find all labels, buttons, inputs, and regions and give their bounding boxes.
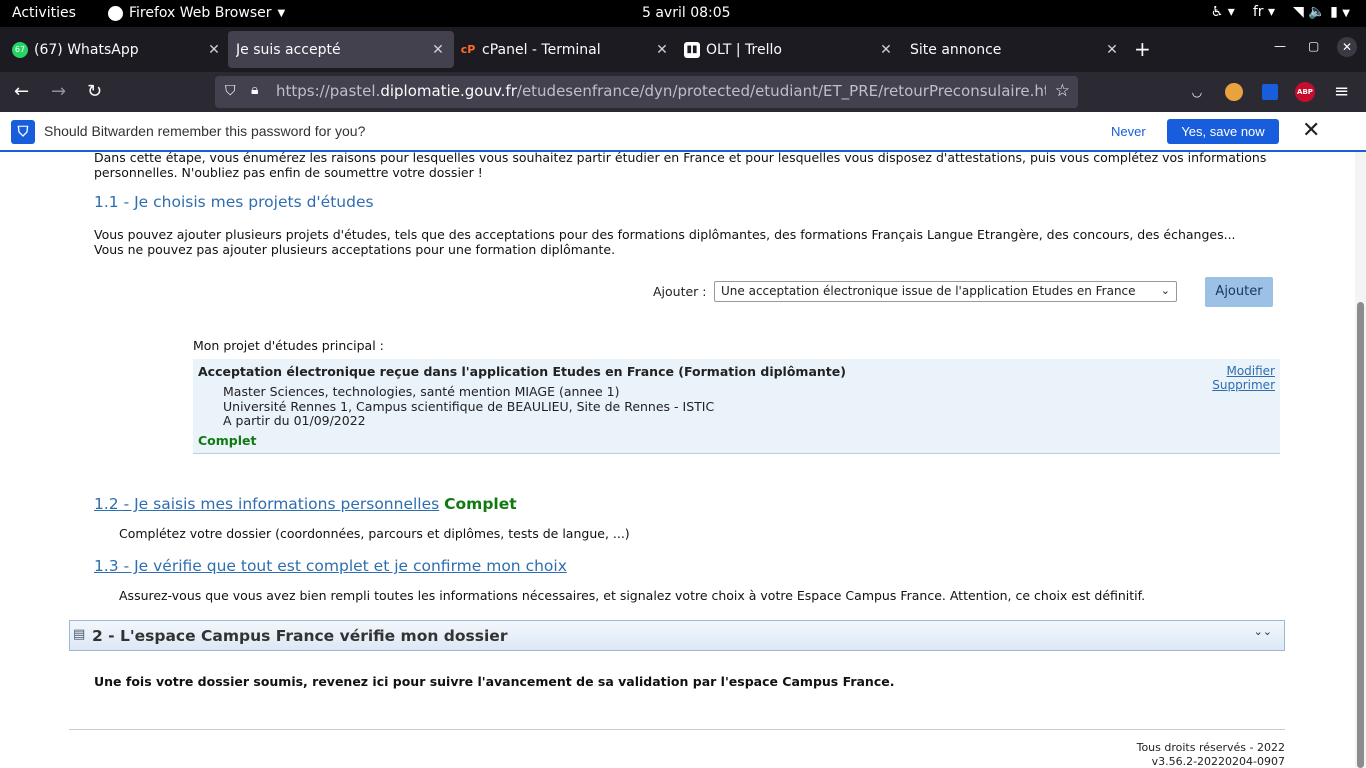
delete-link[interactable]: Supprimer	[1212, 378, 1275, 392]
bitwarden-notification-bar: ⛉ Should Bitwarden remember this passwor…	[0, 112, 1366, 152]
footer-divider	[69, 729, 1285, 730]
save-password-button[interactable]: Yes, save now	[1167, 119, 1279, 144]
chevron-down-icon: ▼	[277, 7, 286, 19]
lock-icon[interactable]: 🔒︎	[251, 82, 258, 98]
never-button[interactable]: Never	[1111, 124, 1146, 139]
trello-icon: ▮▮	[684, 41, 700, 58]
main-project-card: Acceptation électronique reçue dans l'ap…	[193, 359, 1280, 454]
whatsapp-icon: 67	[12, 41, 28, 58]
app-menu[interactable]: Firefox Web Browser ▼	[108, 5, 285, 21]
tab-title: Site annonce	[910, 41, 1002, 58]
chevron-down-icon: ▼	[1342, 8, 1350, 19]
tab-whatsapp[interactable]: 67 (67) WhatsApp ✕	[4, 31, 230, 68]
close-icon[interactable]: ✕	[430, 42, 446, 58]
intro-line-1: Dans cette étape, vous énumérez les rais…	[94, 152, 1267, 165]
shield-icon[interactable]: ⛉	[225, 83, 236, 99]
url-prefix: https://pastel.	[276, 82, 381, 100]
section-1-2-text: Complétez votre dossier (coordonnées, pa…	[119, 526, 630, 541]
bitwarden-logo-icon: ⛉	[11, 120, 35, 144]
project-university: Université Rennes 1, Campus scientifique…	[223, 399, 715, 414]
section-2-header[interactable]: ▤ 2 - L'espace Campus France vérifie mon…	[69, 620, 1285, 651]
close-icon[interactable]: ✕	[654, 42, 670, 58]
forward-button[interactable]: →	[51, 81, 66, 102]
cpanel-icon: cP	[460, 43, 476, 56]
close-icon[interactable]: ✕	[878, 42, 894, 58]
modify-link[interactable]: Modifier	[1226, 364, 1275, 378]
maximize-button[interactable]: ▢	[1308, 39, 1319, 53]
accessibility-icon[interactable]: ♿ ▾	[1211, 4, 1235, 20]
firefox-icon	[108, 5, 123, 21]
system-status-icons[interactable]: ◥ 🔈 ▮ ▼	[1293, 4, 1350, 20]
section-1-2-heading: 1.2 - Je saisis mes informations personn…	[94, 495, 517, 513]
section-1-1-text-1: Vous pouvez ajouter plusieurs projets d'…	[94, 227, 1236, 242]
wifi-icon: ◥	[1293, 4, 1304, 20]
add-project-button[interactable]: Ajouter	[1205, 277, 1273, 307]
language-label: fr	[1252, 4, 1264, 20]
new-tab-button[interactable]: +	[1134, 37, 1151, 61]
tab-cpanel[interactable]: cP cPanel - Terminal ✕	[452, 31, 678, 68]
abp-label: ABP	[1295, 82, 1315, 102]
project-status-badge: Complet	[198, 433, 257, 448]
tab-title: Je suis accepté	[236, 41, 341, 58]
battery-icon: ▮	[1330, 4, 1338, 20]
tab-title: cPanel - Terminal	[482, 41, 601, 58]
app-name: Firefox Web Browser	[129, 5, 272, 21]
section-2-title: 2 - L'espace Campus France vérifie mon d…	[92, 627, 508, 645]
page-content: Dans cette étape, vous énumérez les rais…	[0, 152, 1355, 768]
minimize-button[interactable]: —	[1274, 39, 1286, 53]
project-type-select[interactable]: Une acceptation électronique issue de l'…	[714, 281, 1177, 302]
url-bar[interactable]: ⛉ 🔒︎ https://pastel.diplomatie.gouv.fr/e…	[215, 76, 1078, 108]
scrollbar-thumb[interactable]	[1357, 302, 1364, 768]
footer-version: v3.56.2-20220204-0907	[1151, 755, 1285, 768]
chevron-down-icon: ⌄	[1160, 284, 1170, 297]
tab-title: OLT | Trello	[706, 41, 782, 58]
window-close-button[interactable]: ✕	[1337, 37, 1357, 57]
url-path: /etudesenfrance/dyn/protected/etudiant/E…	[516, 82, 1046, 100]
bitwarden-message: Should Bitwarden remember this password …	[44, 123, 366, 139]
section-1-1-text-2: Vous ne pouvez pas ajouter plusieurs acc…	[94, 242, 616, 257]
menu-icon[interactable]: ≡	[1334, 81, 1349, 102]
tab-site-annonce[interactable]: Site annonce ✕	[902, 31, 1128, 68]
intro-line-2: personnelles. N'oubliez pas enfin de sou…	[94, 165, 483, 180]
back-button[interactable]: ←	[14, 81, 29, 102]
url-text[interactable]: https://pastel.diplomatie.gouv.fr/etudes…	[276, 82, 1046, 100]
tab-je-suis-accepte[interactable]: Je suis accepté ✕	[228, 31, 454, 68]
system-top-bar: Activities Firefox Web Browser ▼ 5 avril…	[0, 0, 1366, 27]
tab-strip: 67 (67) WhatsApp ✕ Je suis accepté ✕ cP …	[0, 27, 1366, 72]
document-icon: ▤	[73, 627, 86, 642]
double-chevron-down-icon[interactable]: ⌄⌄	[1254, 625, 1272, 638]
project-program: Master Sciences, technologies, santé men…	[223, 384, 620, 399]
bitwarden-extension-icon[interactable]	[1260, 82, 1280, 102]
navigation-toolbar: ← → ↻ ⛉ 🔒︎ https://pastel.diplomatie.gou…	[0, 72, 1366, 112]
footer-rights: Tous droits réservés - 2022	[1136, 741, 1285, 754]
close-icon[interactable]: ✕	[206, 42, 222, 58]
section-1-2-status-badge: Complet	[444, 495, 517, 513]
project-title: Acceptation électronique reçue dans l'ap…	[198, 364, 846, 379]
section-1-2-link[interactable]: 1.2 - Je saisis mes informations personn…	[94, 495, 439, 513]
project-start-date: A partir du 01/09/2022	[223, 413, 366, 428]
adblock-plus-icon[interactable]: ABP	[1295, 82, 1315, 102]
section-1-3-heading: 1.3 - Je vérifie que tout est complet et…	[94, 557, 567, 575]
clock[interactable]: 5 avril 08:05	[642, 5, 731, 21]
close-icon[interactable]: ✕	[1104, 42, 1120, 58]
extension-eyes-icon[interactable]	[1224, 82, 1244, 102]
volume-icon: 🔈	[1308, 4, 1326, 20]
reload-button[interactable]: ↻	[87, 81, 102, 102]
url-domain: diplomatie.gouv.fr	[380, 82, 517, 100]
pocket-icon[interactable]: ◡	[1187, 82, 1207, 102]
tab-title: (67) WhatsApp	[34, 41, 139, 58]
add-label: Ajouter :	[653, 284, 707, 299]
activities-button[interactable]: Activities	[12, 5, 76, 21]
section-1-3-link[interactable]: 1.3 - Je vérifie que tout est complet et…	[94, 557, 567, 575]
section-1-1-title: 1.1 - Je choisis mes projets d'études	[94, 193, 374, 211]
page-scrollbar[interactable]	[1355, 152, 1366, 768]
main-project-label: Mon projet d'études principal :	[193, 338, 384, 353]
section-2-text: Une fois votre dossier soumis, revenez i…	[94, 674, 895, 689]
close-icon[interactable]: ✕	[1302, 118, 1320, 143]
select-value: Une acceptation électronique issue de l'…	[721, 284, 1136, 298]
bookmark-star-icon[interactable]: ☆	[1055, 81, 1070, 101]
tab-trello[interactable]: ▮▮ OLT | Trello ✕	[676, 31, 902, 68]
section-1-3-text: Assurez-vous que vous avez bien rempli t…	[119, 588, 1146, 603]
language-indicator[interactable]: fr ▾	[1253, 4, 1275, 20]
